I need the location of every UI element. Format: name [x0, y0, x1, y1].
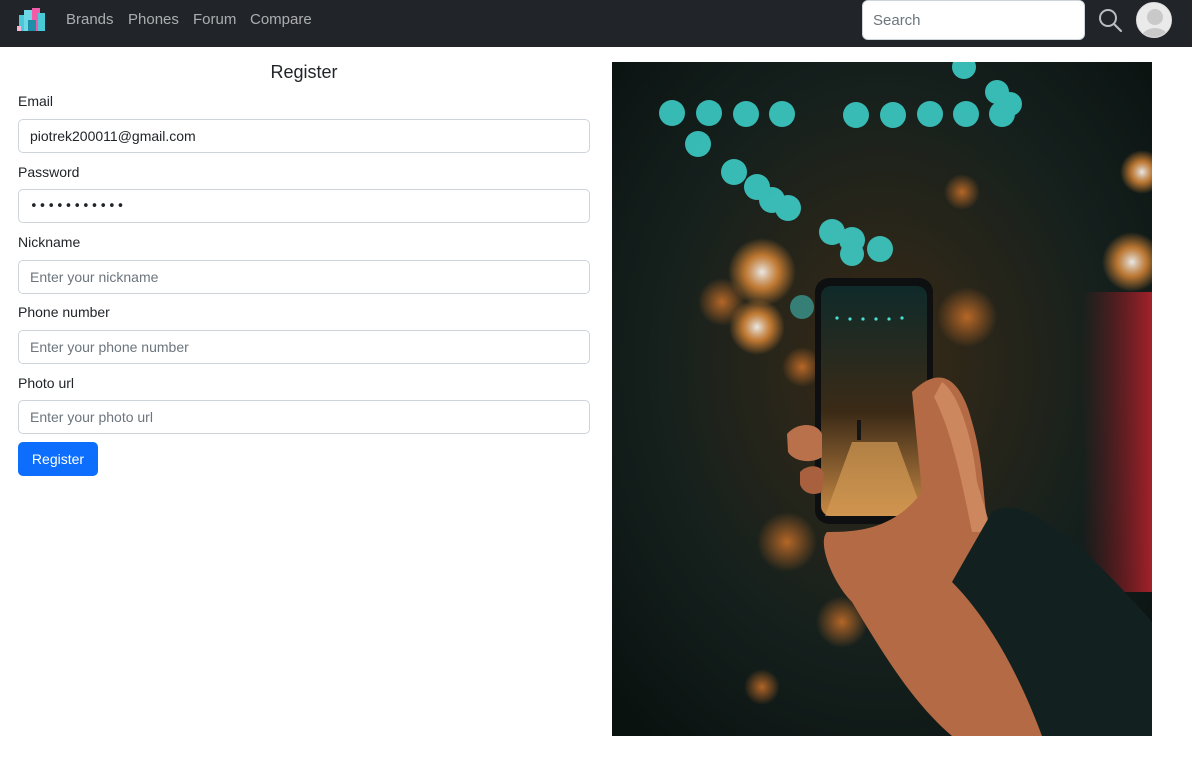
- hero-photo: [612, 62, 1152, 736]
- password-label: Password: [18, 164, 80, 180]
- email-label: Email: [18, 93, 54, 109]
- form-title: Register: [270, 62, 338, 82]
- phone-night-street-image: [612, 62, 1152, 736]
- nav-link-compare[interactable]: Compare: [250, 11, 312, 29]
- phone-number-label: Phone number: [18, 304, 110, 320]
- app-logo-icon[interactable]: [17, 6, 47, 34]
- register-button[interactable]: Register: [18, 442, 98, 476]
- phone-number-field[interactable]: [18, 330, 590, 364]
- avatar-silhouette-icon: [1137, 3, 1171, 37]
- photo-url-label: Photo url: [18, 375, 75, 391]
- nav-link-brands[interactable]: Brands: [66, 11, 114, 29]
- nickname-field[interactable]: [18, 260, 590, 294]
- search-icon[interactable]: [1096, 6, 1124, 34]
- nav-link-forum[interactable]: Forum: [193, 11, 236, 29]
- search-input[interactable]: [862, 0, 1085, 40]
- user-avatar-icon[interactable]: [1136, 2, 1172, 38]
- email-field[interactable]: [18, 119, 590, 153]
- password-field[interactable]: [18, 189, 590, 223]
- navbar: Brands Phones Forum Compare: [0, 0, 1192, 47]
- nickname-label: Nickname: [18, 234, 81, 250]
- photo-url-field[interactable]: [18, 400, 590, 434]
- nav-link-phones[interactable]: Phones: [128, 11, 179, 29]
